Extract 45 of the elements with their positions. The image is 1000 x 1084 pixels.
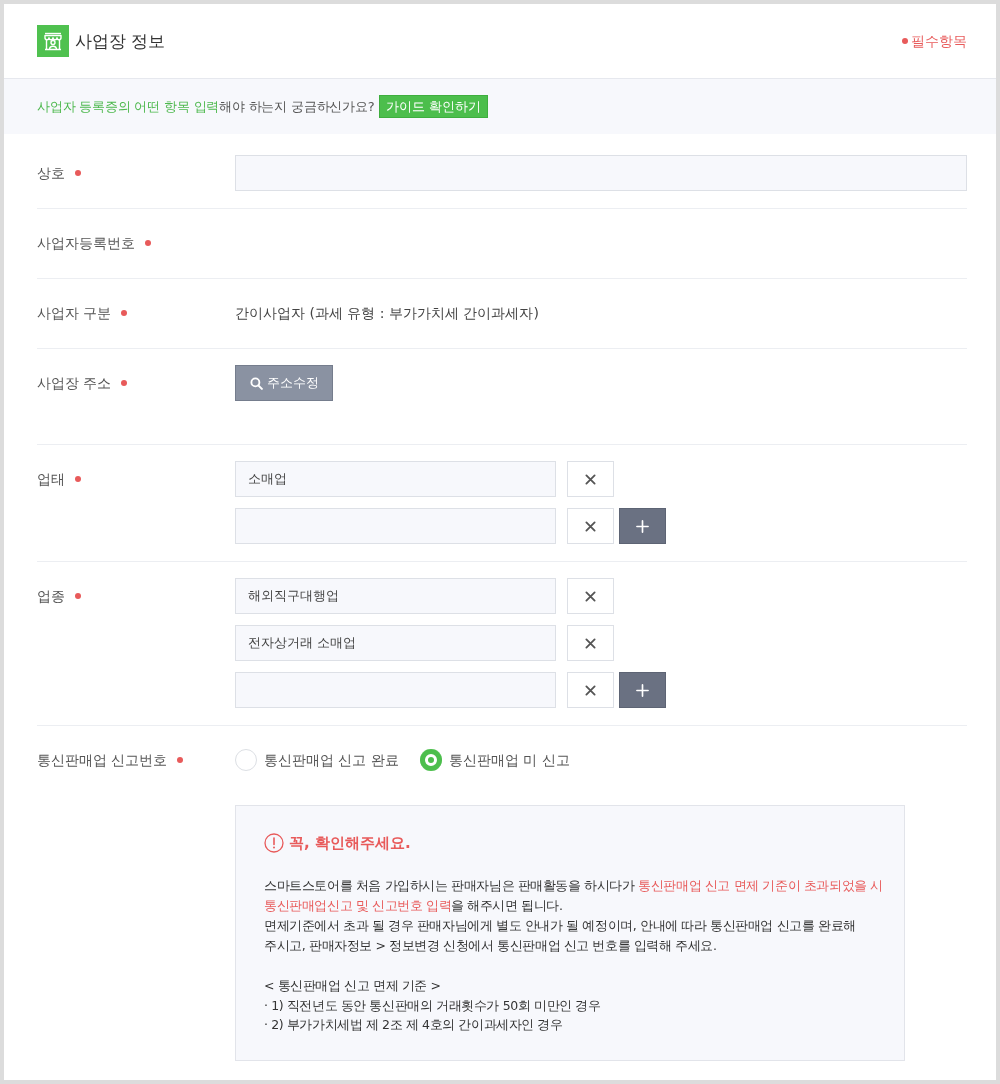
close-icon	[585, 473, 596, 485]
radio-button[interactable]	[235, 749, 257, 771]
field-label: 통신판매업 신고번호	[37, 751, 168, 770]
notice-title: 꼭, 확인해주세요.	[289, 833, 411, 853]
radio-button[interactable]	[419, 749, 442, 771]
criteria-item: · 2) 부가가치세법 제 2조 제 4호의 간이과세자인 경우	[264, 1016, 564, 1034]
field-label: 업종	[37, 587, 65, 606]
radio-option[interactable]: 통신판매업 미 신고	[419, 749, 570, 771]
input-field[interactable]: 해외직구대행업	[235, 578, 556, 614]
input-field[interactable]	[235, 672, 556, 708]
remove-button[interactable]	[567, 461, 614, 497]
field-label: 사업장 주소	[37, 374, 112, 393]
field-label: 사업자등록번호	[37, 234, 135, 253]
notice-paragraph: 면제기준에서 초과 될 경우 판매자님에게 별도 안내가 될 예정이며, 안내에 따라 통신판매업 신고를 완료해 주시고, 판매자정보 > 정보변경 신청에서 통신판매업 신고 번호를 입력해 주세요.	[264, 917, 857, 955]
criteria-title: < 통신판매업 신고 면제 기준 >	[264, 977, 442, 995]
add-button[interactable]	[619, 508, 666, 544]
storefront-icon	[37, 25, 69, 57]
close-icon	[585, 637, 596, 649]
required-dot-icon	[902, 38, 908, 44]
input-field[interactable]: 소매업	[235, 461, 556, 497]
remove-button[interactable]	[567, 508, 614, 544]
add-button[interactable]	[619, 672, 666, 708]
close-icon	[585, 684, 596, 696]
plus-icon	[636, 683, 649, 697]
page-title: 사업장 정보	[75, 30, 166, 53]
input-field[interactable]	[235, 508, 556, 544]
warning-icon	[264, 833, 284, 853]
remove-button[interactable]	[567, 578, 614, 614]
close-icon	[585, 590, 596, 602]
field-label: 사업자 구분	[37, 304, 112, 323]
criteria-item: · 1) 직전년도 동안 통신판매의 거래횟수가 50회 미만인 경우	[264, 997, 602, 1015]
remove-button[interactable]	[567, 625, 614, 661]
field-label: 업태	[37, 470, 65, 489]
field-value: 간이사업자 (과세 유형 : 부가가치세 간이과세자)	[235, 304, 539, 323]
radio-option[interactable]: 통신판매업 신고 완료	[235, 749, 399, 771]
input-field[interactable]	[235, 155, 967, 191]
close-icon	[585, 520, 596, 532]
notice-paragraph: 스마트스토어를 처음 가입하시는 판매자님은 판매활동을 하시다가 통신판매업 신고 면제 기준이 초과되었을 시 통신판매업신고 및 신고번호 입력을 해주시면 됩니다.	[264, 877, 884, 915]
plus-icon	[636, 519, 649, 533]
guide-text: 사업자 등록증의 어떤 항목 입력해야 하는지 궁금하신가요?	[37, 97, 375, 116]
remove-button[interactable]	[567, 672, 614, 708]
search-icon	[249, 376, 263, 390]
required-legend: 필수항목	[911, 31, 967, 51]
input-field[interactable]: 전자상거래 소매업	[235, 625, 556, 661]
field-label: 상호	[37, 164, 65, 183]
